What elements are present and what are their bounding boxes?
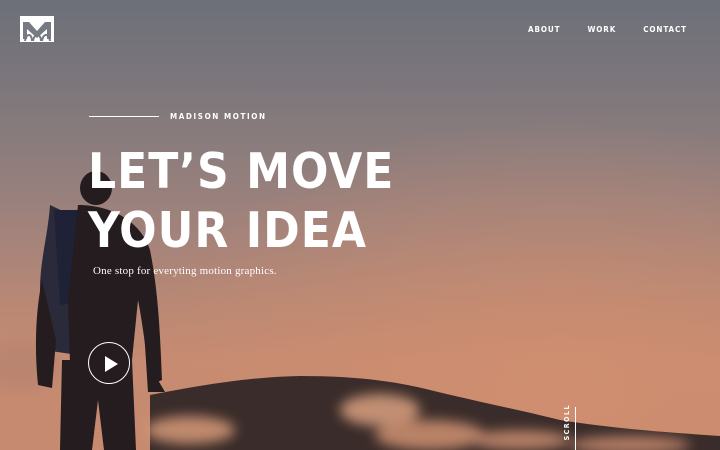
nav-link-contact[interactable]: CONTACT — [643, 25, 687, 34]
eyebrow-divider — [89, 116, 159, 117]
nav-link-work[interactable]: WORK — [587, 25, 616, 34]
hero-tagline: One stop for everyting motion graphics. — [93, 265, 277, 277]
play-video-button[interactable] — [88, 342, 130, 384]
top-nav: ABOUT WORK CONTACT — [528, 25, 687, 34]
nav-link-about[interactable]: ABOUT — [528, 25, 560, 34]
scroll-line — [575, 407, 576, 450]
hero-headline: LET’S MOVE YOUR IDEA — [88, 142, 394, 260]
scroll-indicator[interactable]: SCROLL — [563, 404, 571, 440]
brand-logo[interactable] — [20, 16, 54, 42]
headline-line-1: LET’S MOVE — [88, 143, 395, 200]
hero-section: ABOUT WORK CONTACT MADISON MOTION LET’S … — [0, 0, 720, 450]
headline-line-2: YOUR IDEA — [88, 202, 367, 259]
eyebrow-label: MADISON MOTION — [170, 112, 267, 121]
